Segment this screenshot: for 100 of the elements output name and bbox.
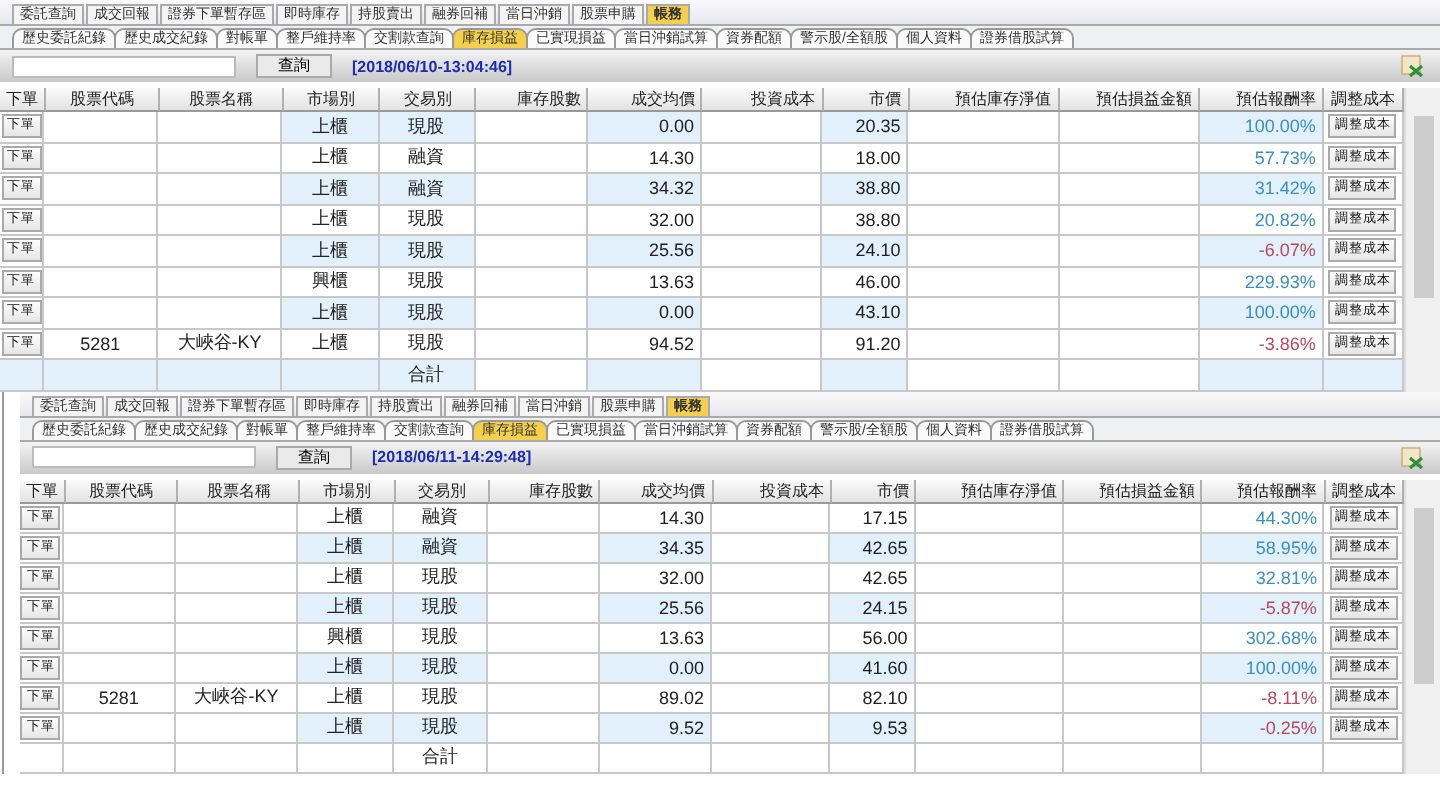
scrollbar[interactable] xyxy=(1404,88,1440,391)
return-rate: 31.42% xyxy=(1199,174,1324,205)
trade-type: 現股 xyxy=(393,653,489,683)
table-cell xyxy=(1063,563,1203,593)
market-price: 24.10 xyxy=(822,236,909,267)
trade-type: 現股 xyxy=(379,267,476,298)
market-cell: 上櫃 xyxy=(282,174,380,205)
table-cell xyxy=(488,653,600,683)
table-cell xyxy=(712,503,831,533)
market-price: 41.60 xyxy=(830,653,916,683)
table-cell xyxy=(488,503,600,533)
return-rate: 58.95% xyxy=(1202,533,1325,563)
market-cell: 興櫃 xyxy=(298,623,394,653)
table-cell xyxy=(830,743,916,773)
avg-price: 0.00 xyxy=(587,112,702,143)
table-cell xyxy=(712,743,831,773)
table-cell xyxy=(1063,653,1203,683)
table-cell xyxy=(488,683,600,713)
table-cell xyxy=(176,743,299,773)
spreadsheet-icon[interactable] xyxy=(1400,445,1424,469)
scrollbar[interactable] xyxy=(1404,479,1440,773)
table-cell xyxy=(176,653,299,683)
market-price: 20.35 xyxy=(822,112,909,143)
stock-name: 大峽谷-KY xyxy=(158,329,283,360)
search-field[interactable] xyxy=(32,446,256,468)
market-price: 9.53 xyxy=(830,713,916,743)
trade-type: 融資 xyxy=(393,533,489,563)
table-cell xyxy=(176,533,299,563)
table-cell xyxy=(1059,267,1200,298)
avg-price: 14.30 xyxy=(587,143,702,174)
table-cell xyxy=(475,329,588,360)
table-cell xyxy=(712,563,831,593)
trade-type: 融資 xyxy=(379,174,476,205)
return-rate: -5.87% xyxy=(1202,593,1325,623)
market-price: 82.10 xyxy=(830,683,916,713)
table-cell xyxy=(712,623,831,653)
query-button[interactable]: 查詢 xyxy=(256,54,332,78)
timestamp: [2018/06/11-14:29:48] xyxy=(372,448,534,466)
stock-code: 5281 xyxy=(63,683,177,713)
avg-price: 32.00 xyxy=(587,205,702,236)
trade-type: 現股 xyxy=(379,329,476,360)
table-cell xyxy=(475,112,588,143)
table-cell xyxy=(712,713,831,743)
return-rate: -0.25% xyxy=(1202,713,1325,743)
return-rate: -3.86% xyxy=(1199,329,1324,360)
market-cell: 上櫃 xyxy=(298,653,394,683)
table-cell xyxy=(1059,360,1200,391)
trade-type: 現股 xyxy=(379,298,476,329)
table-cell xyxy=(1059,236,1200,267)
table-cell xyxy=(1063,713,1203,743)
table-cell xyxy=(176,623,299,653)
table-cell xyxy=(158,112,283,143)
table-cell xyxy=(701,360,823,391)
table-cell xyxy=(282,360,380,391)
market-price: 17.15 xyxy=(830,503,916,533)
table-cell xyxy=(158,267,283,298)
table-cell xyxy=(701,267,823,298)
timestamp: [2018/06/10-13:04:46] xyxy=(352,57,515,75)
stock-name: 大峽谷-KY xyxy=(176,683,299,713)
table-cell xyxy=(701,205,823,236)
table-cell xyxy=(298,743,394,773)
table-cell xyxy=(158,174,283,205)
return-rate: -8.11% xyxy=(1202,683,1325,713)
table-cell xyxy=(701,112,823,143)
avg-price: 25.56 xyxy=(587,236,702,267)
table-cell xyxy=(1063,593,1203,623)
trade-type: 現股 xyxy=(379,205,476,236)
table-cell xyxy=(701,143,823,174)
market-price: 43.10 xyxy=(822,298,909,329)
avg-price: 25.56 xyxy=(599,593,712,623)
market-cell: 上櫃 xyxy=(298,713,394,743)
table-cell xyxy=(488,713,600,743)
table-cell xyxy=(176,713,299,743)
table-cell xyxy=(176,503,299,533)
trade-type: 現股 xyxy=(393,683,489,713)
return-rate: 229.93% xyxy=(1199,267,1324,298)
avg-price: 34.35 xyxy=(599,533,712,563)
table-cell xyxy=(158,205,283,236)
table-cell xyxy=(488,563,600,593)
table-cell xyxy=(158,298,283,329)
table-cell xyxy=(176,593,299,623)
table-cell xyxy=(1202,743,1325,773)
market-price: 42.65 xyxy=(830,563,916,593)
table-cell xyxy=(701,298,823,329)
return-rate: 100.00% xyxy=(1199,298,1324,329)
trade-type: 融資 xyxy=(393,503,489,533)
table-cell xyxy=(475,174,588,205)
market-cell: 上櫃 xyxy=(282,143,380,174)
table-cell xyxy=(475,267,588,298)
query-button[interactable]: 查詢 xyxy=(276,445,352,469)
table-cell xyxy=(701,329,823,360)
table-cell xyxy=(701,174,823,205)
table-cell xyxy=(1199,360,1324,391)
trade-type: 現股 xyxy=(393,623,489,653)
stock-code: 5281 xyxy=(44,329,159,360)
search-field[interactable] xyxy=(12,55,236,77)
table-cell xyxy=(1059,112,1200,143)
spreadsheet-icon[interactable] xyxy=(1400,54,1424,78)
market-price: 42.65 xyxy=(830,533,916,563)
table-cell xyxy=(712,593,831,623)
